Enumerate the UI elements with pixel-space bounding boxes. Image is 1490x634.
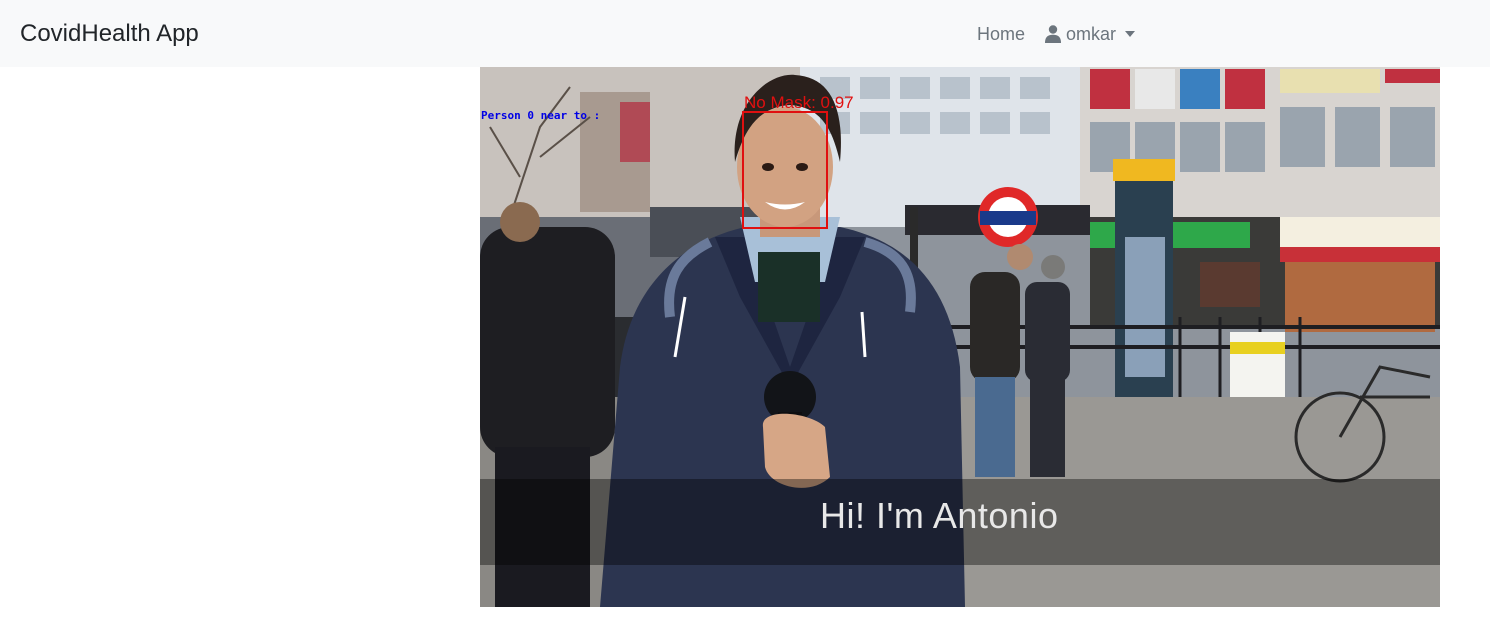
face-detection-box (742, 111, 828, 229)
navbar-brand[interactable]: CovidHealth App (20, 19, 199, 49)
nav-links: Home omkar (977, 22, 1136, 46)
subtitle-text: Hi! I'm Antonio (820, 495, 1059, 536)
video-feed: Person 0 near to : No Mask: 0.97 Hi! I'm… (480, 67, 1440, 607)
user-dropdown-toggle[interactable]: omkar (1045, 23, 1136, 45)
navbar: CovidHealth App Home omkar (0, 0, 1490, 67)
user-name: omkar (1066, 23, 1117, 44)
nav-home-link[interactable]: Home (977, 24, 1025, 45)
caret-down-icon (1125, 31, 1136, 37)
mask-detection-label: No Mask: 0.97 (744, 93, 854, 112)
person-proximity-label: Person 0 near to : (481, 109, 601, 122)
user-icon (1045, 25, 1062, 43)
